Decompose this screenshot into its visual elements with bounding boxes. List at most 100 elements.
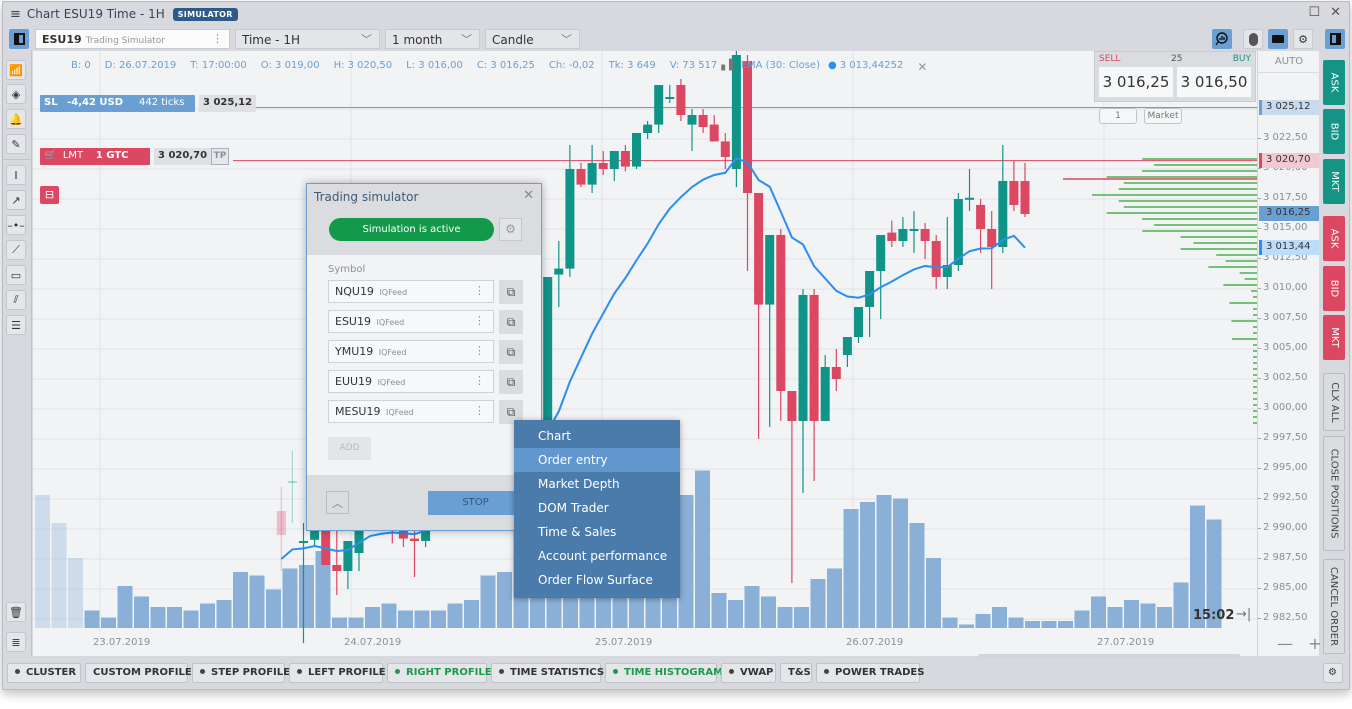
remove-indicator-icon[interactable]: ✕ — [917, 60, 927, 74]
timeframe-select[interactable]: Time - 1H ﹀ — [235, 29, 380, 49]
order-quantity-input[interactable]: 1 — [1099, 108, 1137, 124]
ema-label[interactable]: EMA (30: Close) — [741, 60, 820, 74]
buy-bid-button[interactable]: BID — [1323, 109, 1345, 154]
more-vertical-icon[interactable]: ⋮ — [474, 284, 485, 297]
sell-market-button[interactable]: MKT — [1323, 315, 1345, 360]
candle-body — [876, 235, 886, 271]
tab-right-profile[interactable]: RIGHT PROFILE — [387, 663, 492, 683]
list-icon[interactable]: ≣ — [6, 632, 26, 652]
zoom-out-button[interactable]: — — [1277, 634, 1293, 653]
tab-t-s[interactable]: T&S — [780, 663, 812, 683]
close-positions-label: CLOSE POSITIONS — [1328, 448, 1340, 539]
symbol-row[interactable]: YMU19 IQFeed ⋮ — [328, 340, 494, 363]
candle-body — [1020, 181, 1030, 214]
status-dot-icon — [200, 669, 205, 674]
mouse-icon[interactable] — [1243, 29, 1263, 49]
menu-item-order-flow-surface[interactable]: Order Flow Surface — [514, 568, 680, 592]
open-external-icon[interactable]: ⧉ — [499, 280, 523, 304]
sell-bid-button[interactable]: BID — [1323, 266, 1345, 311]
candle-body — [709, 124, 719, 142]
order-type-select[interactable]: Market — [1144, 108, 1182, 124]
open-external-icon[interactable]: ⧉ — [499, 370, 523, 394]
stop-button[interactable]: STOP — [428, 491, 523, 515]
menu-item-chart[interactable]: Chart — [514, 424, 680, 448]
symbol-row[interactable]: NQU19 IQFeed ⋮ — [328, 280, 494, 303]
more-vertical-icon[interactable]: ⋮ — [474, 404, 485, 417]
briefcase-icon[interactable]: ⊟ — [40, 186, 59, 204]
open-external-icon[interactable]: ⧉ — [499, 310, 523, 334]
tab-custom-profile[interactable]: CUSTOM PROFILE — [85, 663, 192, 683]
limit-order[interactable]: 🛒 LMT 1 GTC — [40, 148, 150, 165]
info-bar-volume: V: 73 517 — [669, 60, 718, 71]
close-icon[interactable]: ✕ — [1330, 5, 1341, 20]
gear-icon[interactable]: ⚙ — [1323, 663, 1343, 683]
chart-type-select[interactable]: Candle ﹀ — [485, 29, 580, 49]
collapse-button[interactable]: ︿ — [326, 491, 349, 514]
date-label: 25.07.2019 — [595, 637, 652, 648]
vertical-line-icon[interactable]: I — [6, 165, 26, 185]
menu-item-dom-trader[interactable]: DOM Trader — [514, 496, 680, 520]
edit-icon[interactable]: ✎ — [6, 134, 26, 154]
gear-icon[interactable]: ⚙ — [499, 218, 522, 241]
add-symbol-button[interactable]: ADD — [328, 437, 371, 460]
auto-scale-button[interactable]: AUTO — [1258, 51, 1320, 73]
menu-item-order-entry[interactable]: Order entry — [514, 448, 680, 472]
tab-power-trades[interactable]: POWER TRADES — [816, 663, 924, 683]
symbol-selector[interactable]: ESU19 Trading Simulator ⋮ — [35, 29, 230, 49]
sl-pnl: -4,42 USD — [67, 97, 124, 108]
open-external-icon[interactable]: ⧉ — [499, 340, 523, 364]
menu-item-market-depth[interactable]: Market Depth — [514, 472, 680, 496]
hamburger-menu-icon[interactable]: ≡ — [10, 7, 21, 22]
range-select[interactable]: 1 month ﹀ — [385, 29, 480, 49]
take-profit-button[interactable]: TP — [211, 148, 229, 165]
price-axis[interactable]: AUTO 3 022,503 020,003 017,503 015,003 0… — [1257, 51, 1320, 656]
cancel-order-button[interactable]: CANCEL ORDER — [1323, 559, 1345, 654]
tab-cluster[interactable]: CLUSTER — [7, 663, 81, 683]
indicator-icon[interactable]: 📶 — [6, 60, 26, 80]
tab-time-statistics[interactable]: TIME STATISTICS — [491, 663, 604, 683]
right-panel-toggle-icon[interactable] — [1325, 29, 1345, 49]
sell-ask-button[interactable]: ASK — [1323, 216, 1345, 261]
cancel-all-button[interactable]: CLX ALL — [1323, 373, 1345, 431]
trend-line-icon[interactable]: ⟋ — [6, 240, 26, 260]
rectangle-icon[interactable]: ▭ — [6, 265, 26, 285]
simulation-status-button[interactable]: Simulation is active — [329, 218, 494, 241]
tab-time-histogram[interactable]: TIME HISTOGRAM — [605, 663, 723, 683]
symbol-row[interactable]: EUU19 IQFeed ⋮ — [328, 370, 494, 393]
more-vertical-icon[interactable]: ⋮ — [212, 32, 223, 45]
arrow-icon[interactable]: ↗ — [6, 190, 26, 210]
menu-item-account-performance[interactable]: Account performance — [514, 544, 680, 568]
layers-icon[interactable]: ◈ — [6, 84, 26, 104]
gear-icon[interactable]: ⚙ — [1293, 29, 1313, 49]
binoculars-icon[interactable] — [1268, 29, 1288, 49]
scan-icon[interactable] — [1212, 29, 1232, 49]
horizontal-ray-icon[interactable]: –•– — [6, 215, 26, 235]
maximize-icon[interactable]: ☐ — [1308, 5, 1320, 20]
price-label: 2 995,00 — [1258, 462, 1308, 473]
trash-icon[interactable]: 🗑 — [6, 602, 26, 622]
scroll-to-end-icon[interactable]: →| — [1236, 607, 1251, 622]
menu-item-time-sales[interactable]: Time & Sales — [514, 520, 680, 544]
buy-button[interactable]: 3 016,50 — [1177, 67, 1251, 97]
tab-step-profile[interactable]: STEP PROFILE — [192, 663, 290, 683]
tab-left-profile[interactable]: LEFT PROFILE — [289, 663, 386, 683]
tab-vwap[interactable]: VWAP — [721, 663, 776, 683]
more-vertical-icon[interactable]: ⋮ — [474, 314, 485, 327]
fib-icon[interactable]: ⫽ — [6, 290, 26, 310]
close-positions-button[interactable]: CLOSE POSITIONS — [1323, 436, 1345, 551]
close-icon[interactable]: ✕ — [523, 188, 534, 203]
sell-button[interactable]: 3 016,25 — [1099, 67, 1173, 97]
stop-loss-order[interactable]: SL -4,42 USD 442 ticks — [40, 95, 195, 112]
zoom-in-button[interactable]: + — [1308, 634, 1321, 653]
symbol-row[interactable]: ESU19 IQFeed ⋮ — [328, 310, 494, 333]
symbol-row[interactable]: MESU19 IQFeed ⋮ — [328, 400, 494, 423]
buy-market-button[interactable]: MKT — [1323, 159, 1345, 204]
more-vertical-icon[interactable]: ⋮ — [474, 344, 485, 357]
left-panel-toggle-icon[interactable] — [9, 29, 29, 49]
buy-ask-button[interactable]: ASK — [1323, 60, 1345, 105]
alert-bell-icon[interactable]: 🔔 — [6, 109, 26, 129]
template-icon[interactable]: ☰ — [6, 315, 26, 335]
volume-bar — [266, 589, 281, 628]
more-vertical-icon[interactable]: ⋮ — [474, 374, 485, 387]
volume-bar — [777, 607, 793, 628]
